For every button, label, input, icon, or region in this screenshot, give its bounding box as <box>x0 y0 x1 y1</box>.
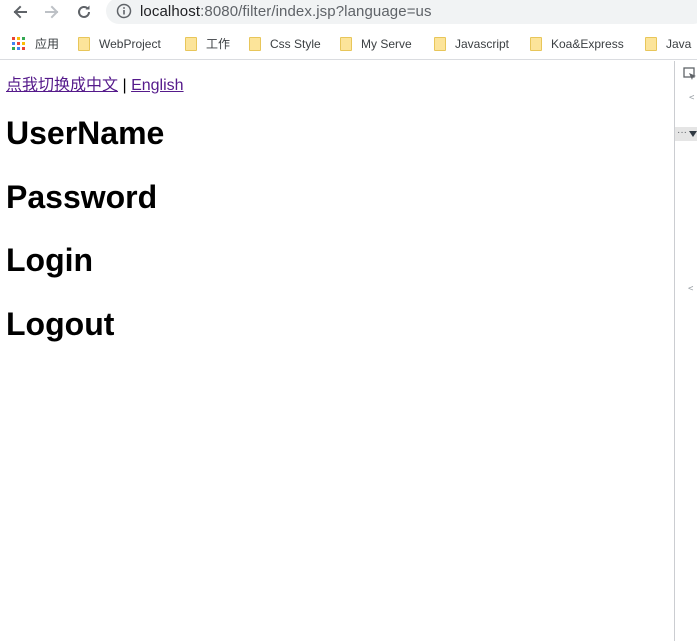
devtools-tag-close[interactable]: < <box>688 284 693 294</box>
bookmark-apps[interactable]: 应用 <box>12 28 59 59</box>
heading-password: Password <box>6 179 158 215</box>
url-host: localhost <box>140 2 201 20</box>
arrow-left-icon <box>13 5 27 19</box>
bookmark-css-style[interactable]: Css Style <box>249 28 321 59</box>
back-button[interactable] <box>6 0 34 24</box>
more-icon: ··· <box>677 127 687 138</box>
bookmark-koa-express[interactable]: Koa&Express <box>530 28 624 59</box>
bookmark-label: My Serve <box>361 36 412 51</box>
devtools-selected-row[interactable]: ··· <box>675 127 697 141</box>
reload-icon <box>78 5 90 18</box>
folder-icon <box>185 36 197 51</box>
bookmark-work[interactable]: 工作 <box>185 28 230 59</box>
bookmark-webproject[interactable]: WebProject <box>78 28 161 59</box>
bookmarks-bar: 应用 WebProject 工作 Css Style My Serve Java… <box>0 28 697 60</box>
bookmark-javascript[interactable]: Javascript <box>434 28 509 59</box>
arrow-right-icon <box>45 5 59 19</box>
url-path: :8080/filter/index.jsp?language=us <box>200 2 432 20</box>
bookmark-label: Koa&Express <box>551 36 624 51</box>
folder-icon <box>340 36 352 51</box>
folder-icon <box>249 36 261 51</box>
address-bar[interactable]: localhost:8080/filter/index.jsp?language… <box>106 0 697 24</box>
folder-icon <box>78 36 90 51</box>
reload-button[interactable] <box>70 0 98 24</box>
devtools-tag-open[interactable]: < <box>689 93 694 103</box>
heading-logout: Logout <box>6 306 115 342</box>
apps-icon <box>12 36 26 51</box>
heading-login: Login <box>6 242 94 278</box>
browser-toolbar: localhost:8080/filter/index.jsp?language… <box>0 0 697 26</box>
folder-icon <box>434 36 446 51</box>
bookmark-label: Javascript <box>455 36 510 51</box>
url-text[interactable]: localhost:8080/filter/index.jsp?language… <box>140 3 432 20</box>
expand-triangle-icon <box>689 131 697 137</box>
bookmark-label: 工作 <box>206 37 231 51</box>
bookmark-my-serve[interactable]: My Serve <box>340 28 412 59</box>
bookmark-label: WebProject <box>99 36 161 51</box>
switch-to-chinese-link[interactable]: 点我切换成中文 <box>6 77 118 94</box>
bookmark-label: 应用 <box>35 37 60 51</box>
bookmark-label: Css Style <box>270 36 321 51</box>
bookmark-java[interactable]: Java <box>645 28 691 59</box>
language-switcher: 点我切换成中文 | English <box>6 71 184 95</box>
site-info-icon[interactable] <box>116 3 132 19</box>
devtools-panel: < ··· < <box>674 61 697 641</box>
bookmark-label: Java <box>666 36 692 51</box>
link-separator: | <box>122 77 127 94</box>
forward-button[interactable] <box>38 0 66 24</box>
page-content: 点我切换成中文 | English UserName Password Logi… <box>0 61 674 641</box>
folder-icon <box>530 36 542 51</box>
inspect-element-icon[interactable] <box>683 67 697 81</box>
browser-window: localhost:8080/filter/index.jsp?language… <box>0 0 697 641</box>
folder-icon <box>645 36 657 51</box>
switch-to-english-link[interactable]: English <box>131 77 183 94</box>
heading-username: UserName <box>6 115 165 151</box>
